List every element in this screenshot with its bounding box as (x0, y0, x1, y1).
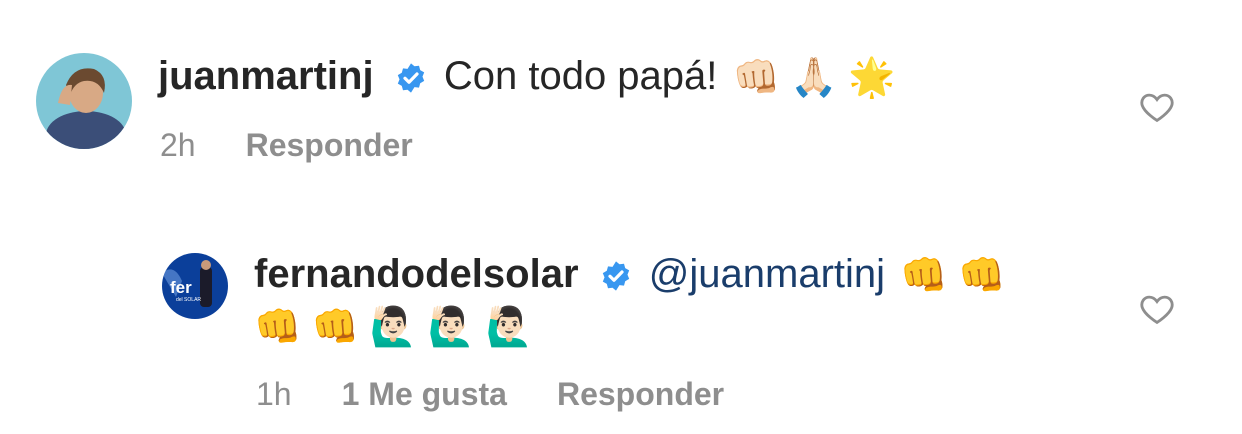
avatar-fernandodelsolar[interactable]: fer del SOLAR (162, 253, 228, 319)
comment-text-line: juanmartinj Con todo papá! 👊🏻 🙏🏻 🌟 (158, 51, 896, 103)
reply-emoji-line-2: 👊 👊 🙋🏻‍♂️ 🙋🏻‍♂️ 🙋🏻‍♂️ (254, 306, 533, 349)
timestamp: 1h (256, 376, 292, 412)
username[interactable]: fernandodelsolar (254, 252, 579, 296)
verified-badge-icon (602, 261, 629, 292)
reply-text-line-2: 👊 👊 🙋🏻‍♂️ 🙋🏻‍♂️ 🙋🏻‍♂️ (254, 300, 533, 352)
like-heart-icon[interactable] (1138, 290, 1176, 328)
reply-emoji-line-1: 👊 👊 (900, 255, 1006, 298)
avatar-juanmartinj[interactable] (36, 53, 132, 149)
username[interactable]: juanmartinj (158, 54, 374, 98)
comment-meta: 2h Responder (160, 125, 463, 165)
timestamp: 2h (160, 127, 196, 163)
comment-text: Con todo papá! (443, 54, 718, 98)
reply-button[interactable]: Responder (246, 127, 413, 163)
like-heart-icon[interactable] (1138, 88, 1176, 126)
verified-badge-icon (397, 63, 424, 94)
avatar-logo-subtext: del SOLAR (176, 297, 201, 303)
likes-count-button[interactable]: 1 Me gusta (342, 376, 507, 412)
reply-text-line-1: fernandodelsolar @juanmartinj 👊 👊 (254, 249, 1005, 301)
reply-button[interactable]: Responder (557, 376, 724, 412)
reply-meta: 1h 1 Me gusta Responder (256, 374, 774, 414)
avatar-logo-text: fer (170, 278, 192, 297)
mention-link[interactable]: @juanmartinj (649, 252, 885, 296)
comment-emoji: 👊🏻 🙏🏻 🌟 (732, 57, 896, 100)
